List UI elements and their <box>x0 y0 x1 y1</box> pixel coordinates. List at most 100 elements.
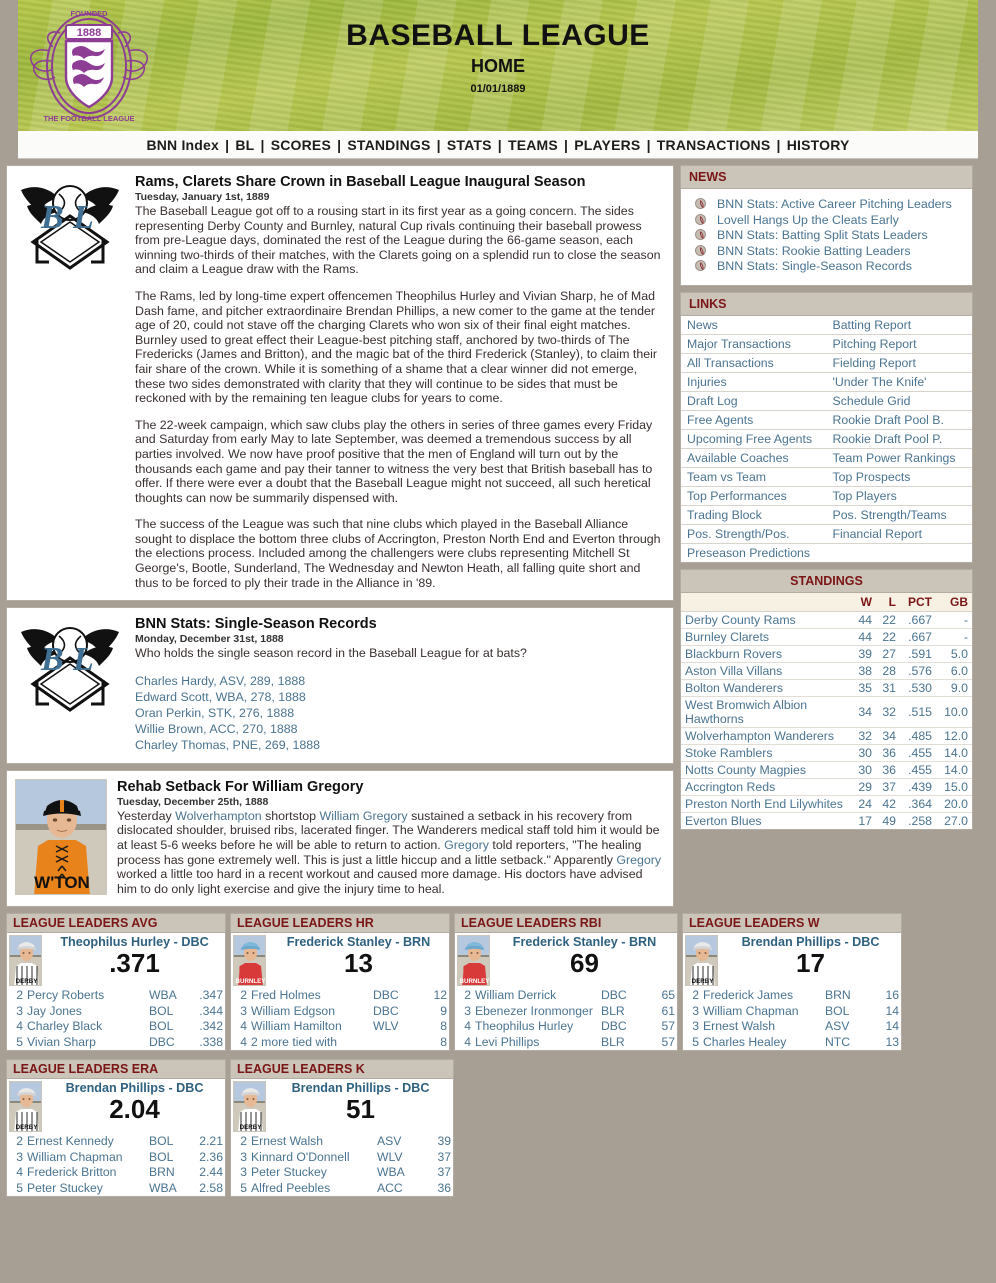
standings-team-name[interactable]: Stoke Ramblers <box>681 744 852 762</box>
link-trading-block[interactable]: Trading Block <box>681 505 827 525</box>
nav-item-stats[interactable]: STATS <box>447 137 492 153</box>
link-draft-log[interactable]: Draft Log <box>681 391 827 411</box>
leader-player-name[interactable]: Ernest Walsh <box>701 1019 823 1035</box>
nav-separator: | <box>256 137 269 153</box>
leader-name[interactable]: Theophilus Hurley - DBC <box>44 935 225 949</box>
standings-cell: .439 <box>900 778 936 796</box>
main-navigation[interactable]: BNN Index | BL | SCORES | STANDINGS | ST… <box>18 131 978 159</box>
leader-name[interactable]: Frederick Stanley - BRN <box>268 935 449 949</box>
link-team-power-rankings[interactable]: Team Power Rankings <box>826 448 972 468</box>
leader-player-name[interactable]: William Chapman <box>701 1004 823 1020</box>
leader-player-name[interactable]: Charles Healey <box>701 1035 823 1051</box>
news-item[interactable]: BNN Stats: Rookie Batting Leaders <box>693 242 964 259</box>
standings-col-l[interactable]: L <box>876 592 900 612</box>
nav-item-standings[interactable]: STANDINGS <box>347 137 430 153</box>
leader-name[interactable]: Brendan Phillips - DBC <box>44 1081 225 1095</box>
nav-item-history[interactable]: HISTORY <box>787 137 850 153</box>
nav-separator: | <box>432 137 445 153</box>
article-card-3: W'TON Rehab Setback For William Gregory … <box>6 769 674 908</box>
leader-player-name[interactable]: Theophilus Hurley <box>473 1019 599 1035</box>
news-item[interactable]: Lovell Hangs Up the Cleats Early <box>693 211 964 228</box>
nav-item-players[interactable]: PLAYERS <box>574 137 640 153</box>
nav-item-transactions[interactable]: TRANSACTIONS <box>657 137 771 153</box>
leader-name[interactable]: Brendan Phillips - DBC <box>720 935 901 949</box>
leader-player-name[interactable]: Ernest Kennedy <box>25 1134 147 1150</box>
leader-player-name[interactable]: Vivian Sharp <box>25 1035 147 1051</box>
nav-item-bl[interactable]: BL <box>235 137 254 153</box>
standings-cell: 35 <box>852 679 876 697</box>
standings-team-name[interactable]: Derby County Rams <box>681 611 852 629</box>
standings-team-name[interactable]: Blackburn Rovers <box>681 645 852 663</box>
link--under-the-knife-[interactable]: 'Under The Knife' <box>826 372 972 392</box>
link-major-transactions[interactable]: Major Transactions <box>681 334 827 354</box>
link-news[interactable]: News <box>681 315 827 335</box>
link-rookie-draft-pool-p-[interactable]: Rookie Draft Pool P. <box>826 429 972 449</box>
nav-item-teams[interactable]: TEAMS <box>508 137 558 153</box>
standings-team-name[interactable]: Wolverhampton Wanderers <box>681 727 852 745</box>
leader-player-name[interactable]: William Chapman <box>25 1150 147 1166</box>
leader-player-name[interactable]: Frederick James <box>701 988 823 1004</box>
link-batting-report[interactable]: Batting Report <box>826 315 972 335</box>
leader-name[interactable]: Brendan Phillips - DBC <box>268 1081 453 1095</box>
article-title[interactable]: Rams, Clarets Share Crown in Baseball Le… <box>135 174 663 190</box>
link-top-players[interactable]: Top Players <box>826 486 972 506</box>
link-available-coaches[interactable]: Available Coaches <box>681 448 827 468</box>
link-injuries[interactable]: Injuries <box>681 372 827 392</box>
standings-cell: .530 <box>900 679 936 697</box>
nav-item-bnn-index[interactable]: BNN Index <box>146 137 219 153</box>
link-all-transactions[interactable]: All Transactions <box>681 353 827 373</box>
leader-player-name[interactable]: Peter Stuckey <box>249 1165 375 1181</box>
standings-col-team[interactable] <box>681 592 852 612</box>
link-top-prospects[interactable]: Top Prospects <box>826 467 972 487</box>
leader-rank: 4 <box>240 1019 247 1034</box>
leader-row: 3 Peter Stuckey WBA 37 <box>231 1165 453 1181</box>
standings-team-name[interactable]: Aston Villa Villans <box>681 662 852 680</box>
leader-player-name[interactable]: Ebenezer Ironmonger <box>473 1004 599 1020</box>
standings-team-name[interactable]: Burnley Clarets <box>681 628 852 646</box>
nav-separator: | <box>772 137 785 153</box>
leader-name[interactable]: Frederick Stanley - BRN <box>492 935 677 949</box>
link-financial-report[interactable]: Financial Report <box>826 524 972 544</box>
leader-player-name[interactable]: Kinnard O'Donnell <box>249 1150 375 1166</box>
standings-team-name[interactable]: Notts County Magpies <box>681 761 852 779</box>
leader-player-name[interactable]: William Hamilton <box>249 1019 371 1035</box>
news-item[interactable]: BNN Stats: Single-Season Records <box>693 258 964 274</box>
link-rookie-draft-pool-b-[interactable]: Rookie Draft Pool B. <box>826 410 972 430</box>
article-title[interactable]: Rehab Setback For William Gregory <box>117 779 663 795</box>
link-top-performances[interactable]: Top Performances <box>681 486 827 506</box>
standings-team-name[interactable]: West Bromwich Albion Hawthorns <box>681 696 852 728</box>
leader-player-name[interactable]: Levi Phillips <box>473 1035 599 1051</box>
link-pos-strength-teams[interactable]: Pos. Strength/Teams <box>826 505 972 525</box>
link-fielding-report[interactable]: Fielding Report <box>826 353 972 373</box>
leader-player-name[interactable]: Fred Holmes <box>249 988 371 1004</box>
standings-col-pct[interactable]: PCT <box>900 592 936 612</box>
leader-player-name[interactable]: 2 more tied with <box>249 1035 371 1051</box>
link-free-agents[interactable]: Free Agents <box>681 410 827 430</box>
leader-player-name[interactable]: Percy Roberts <box>25 988 147 1004</box>
leader-player-name[interactable]: Ernest Walsh <box>249 1134 375 1150</box>
standings-team-name[interactable]: Accrington Reds <box>681 778 852 796</box>
link-schedule-grid[interactable]: Schedule Grid <box>826 391 972 411</box>
standings-team-name[interactable]: Everton Blues <box>681 812 852 829</box>
article-title[interactable]: BNN Stats: Single-Season Records <box>135 616 663 632</box>
nav-item-scores[interactable]: SCORES <box>271 137 331 153</box>
leader-player-name[interactable]: Jay Jones <box>25 1004 147 1020</box>
link-upcoming-free-agents[interactable]: Upcoming Free Agents <box>681 429 827 449</box>
news-item[interactable]: BNN Stats: Batting Split Stats Leaders <box>693 227 964 243</box>
standings-team-name[interactable]: Bolton Wanderers <box>681 679 852 697</box>
link-pitching-report[interactable]: Pitching Report <box>826 334 972 354</box>
leader-player-name[interactable]: Alfred Peebles <box>249 1181 375 1197</box>
standings-team-name[interactable]: Preston North End Lilywhites <box>681 795 852 813</box>
leader-player-name[interactable]: William Edgson <box>249 1004 371 1020</box>
news-item[interactable]: BNN Stats: Active Career Pitching Leader… <box>693 196 964 212</box>
link-preseason-predictions[interactable]: Preseason Predictions <box>681 543 827 562</box>
player-portrait-derby-icon: DERBY <box>9 1081 42 1133</box>
link-team-vs-team[interactable]: Team vs Team <box>681 467 827 487</box>
standings-col-gb[interactable]: GB <box>936 592 972 612</box>
leader-player-name[interactable]: Frederick Britton <box>25 1165 147 1181</box>
leader-player-name[interactable]: Peter Stuckey <box>25 1181 147 1197</box>
leader-player-name[interactable]: Charley Black <box>25 1019 147 1035</box>
standings-col-w[interactable]: W <box>852 592 876 612</box>
leader-player-name[interactable]: William Derrick <box>473 988 599 1004</box>
link-pos-strength-pos-[interactable]: Pos. Strength/Pos. <box>681 524 827 544</box>
